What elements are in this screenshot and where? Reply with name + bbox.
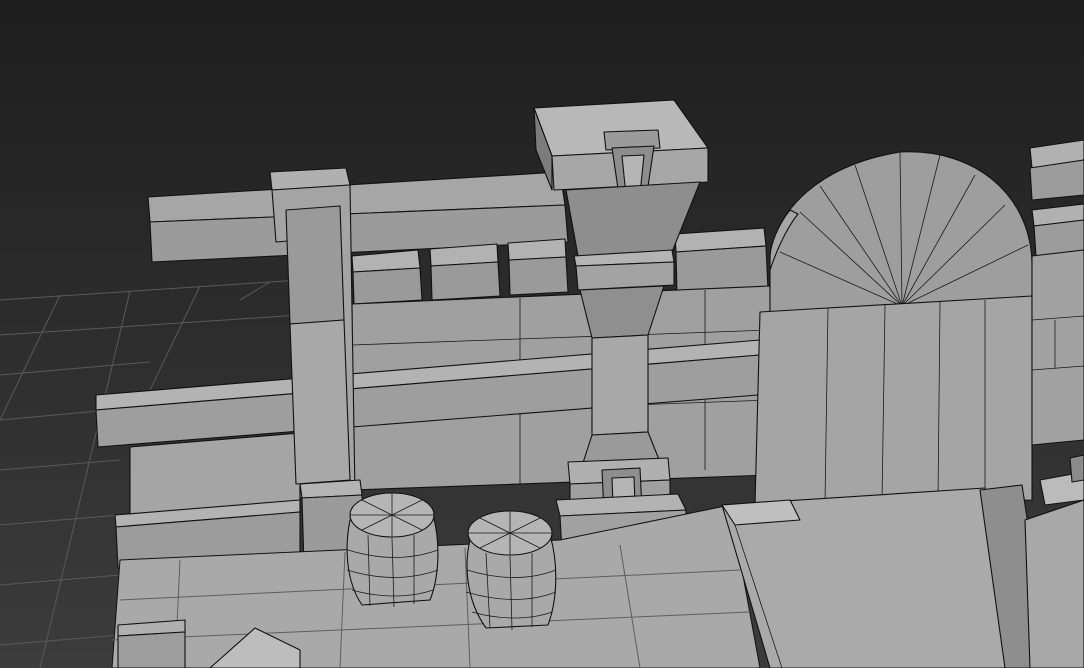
3d-viewport[interactable] <box>0 0 1084 668</box>
barrel-left <box>346 492 439 608</box>
arched-door <box>754 151 1033 506</box>
barrel-right <box>465 510 557 631</box>
right-wall <box>1029 139 1084 446</box>
viewport-canvas[interactable] <box>0 0 1084 668</box>
lower-left-blocks <box>117 619 186 668</box>
